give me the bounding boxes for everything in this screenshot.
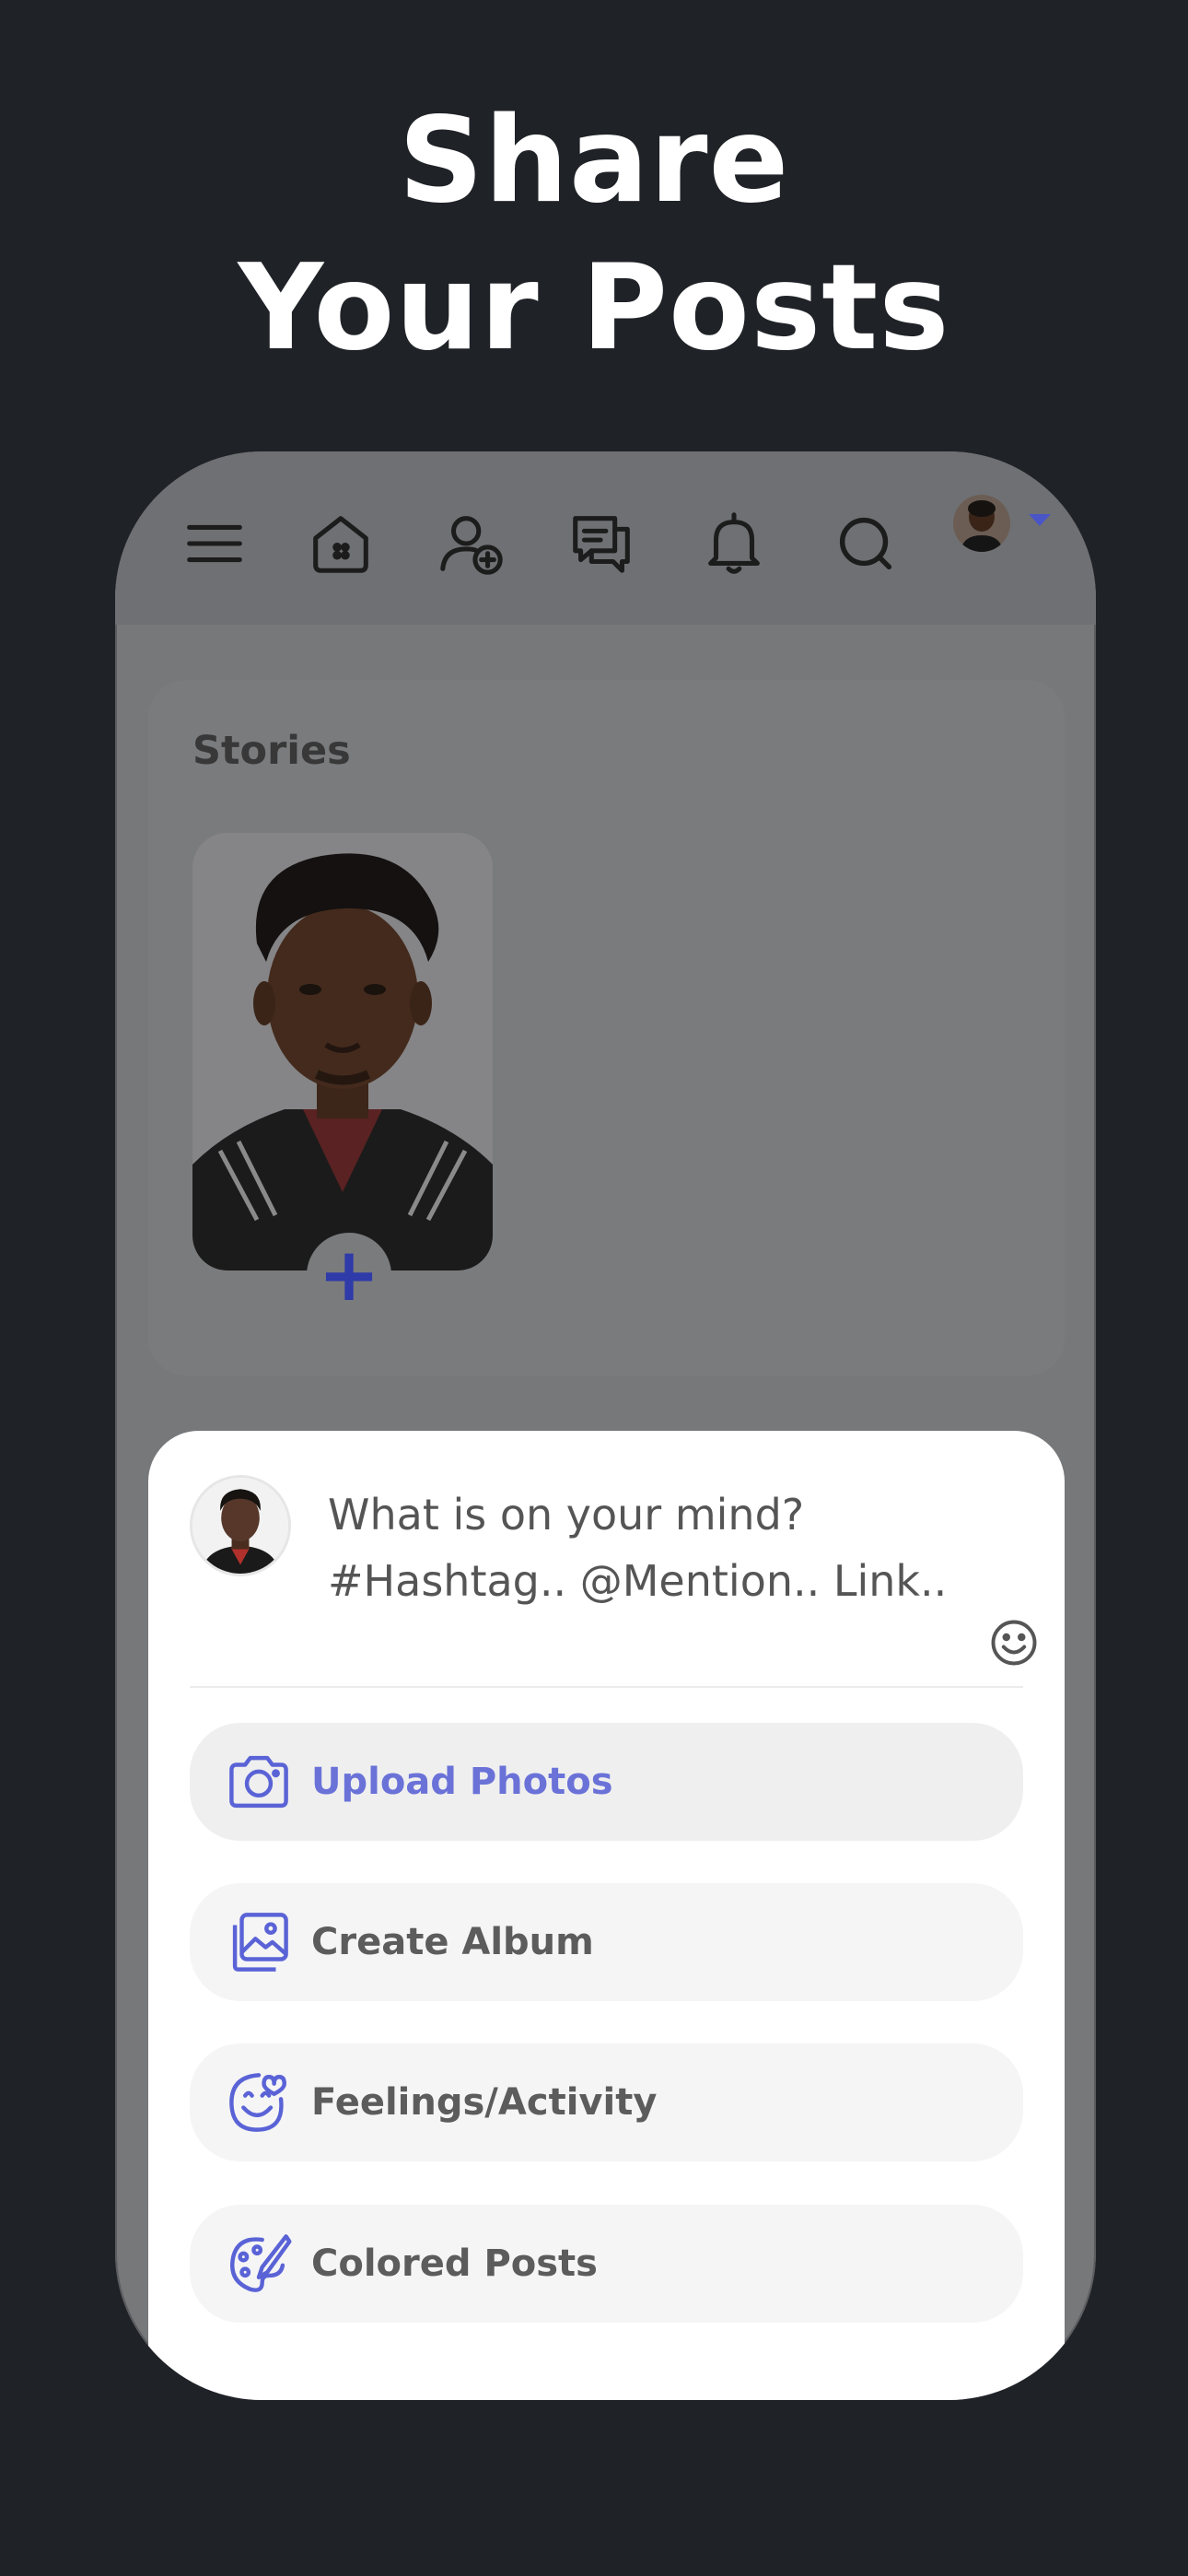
headline-line-1: Share (398, 92, 790, 229)
avatar (190, 1475, 291, 1576)
post-composer: What is on your mind? #Hashtag.. @Mentio… (148, 1431, 1065, 2400)
create-album-button[interactable]: Create Album (190, 1883, 1023, 2001)
upload-photos-button[interactable]: Upload Photos (190, 1723, 1023, 1841)
composer-placeholder-line-2: #Hashtag.. @Mention.. Link.. (328, 1556, 948, 1606)
top-nav-bar (115, 451, 1096, 625)
colored-posts-button[interactable]: Colored Posts (190, 2205, 1023, 2323)
story-tile[interactable] (192, 833, 493, 1270)
add-friend-icon[interactable] (430, 498, 513, 590)
palette-icon (230, 2234, 292, 2292)
colored-posts-label: Colored Posts (311, 2242, 598, 2285)
feelings-activity-label: Feelings/Activity (311, 2081, 658, 2124)
composer-placeholder-line-1: What is on your mind? (328, 1490, 805, 1540)
headline-line-2: Your Posts (238, 240, 950, 377)
add-story-button[interactable]: + (307, 1233, 391, 1317)
page-headline: Share Your Posts (0, 88, 1188, 382)
divider (190, 1686, 1023, 1688)
stories-title: Stories (192, 728, 351, 774)
search-icon[interactable] (824, 498, 907, 590)
feelings-icon (229, 2073, 286, 2132)
camera-icon (229, 1755, 288, 1809)
messages-icon[interactable] (561, 498, 644, 590)
chevron-down-icon[interactable] (1029, 514, 1051, 526)
profile-avatar[interactable] (953, 495, 1010, 552)
post-text-input[interactable]: What is on your mind? #Hashtag.. @Mentio… (328, 1481, 991, 1614)
notifications-icon[interactable] (693, 498, 775, 590)
phone-frame: Stories + What is on your mind? #Hashtag… (115, 451, 1096, 2400)
emoji-icon[interactable] (986, 1615, 1042, 1670)
feelings-activity-button[interactable]: Feelings/Activity (190, 2043, 1023, 2161)
stories-card: Stories + (148, 680, 1065, 1376)
create-album-label: Create Album (311, 1921, 594, 1963)
story-photo (192, 833, 493, 1270)
upload-photos-label: Upload Photos (311, 1761, 613, 1803)
home-icon[interactable] (299, 498, 382, 590)
menu-icon[interactable] (173, 498, 256, 590)
album-icon (232, 1913, 288, 1972)
